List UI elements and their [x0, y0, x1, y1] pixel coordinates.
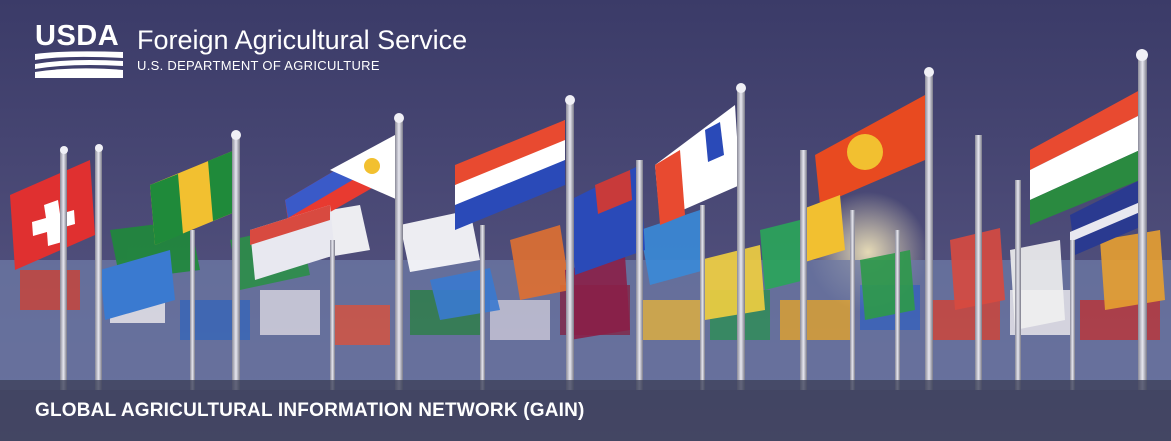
usda-logo-mark: USDA — [35, 22, 123, 78]
agency-name: Foreign Agricultural Service — [137, 25, 468, 55]
department-name: U.S. DEPARTMENT OF AGRICULTURE — [137, 58, 380, 73]
gain-banner: USDA Foreign Agricultural Service U.S. D… — [0, 0, 1171, 441]
program-title: GLOBAL AGRICULTURAL INFORMATION NETWORK … — [35, 400, 585, 421]
usda-logo-text: USDA — [35, 20, 120, 52]
usda-waves-icon — [35, 51, 123, 78]
agency-block: Foreign Agricultural Service U.S. DEPART… — [137, 25, 467, 75]
fas-logo[interactable]: USDA Foreign Agricultural Service U.S. D… — [35, 22, 467, 78]
